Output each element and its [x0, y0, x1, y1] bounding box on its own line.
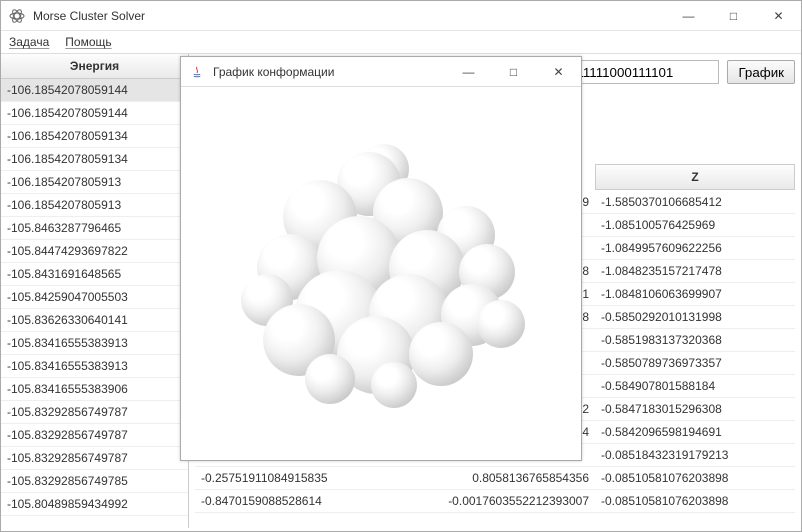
menu-task[interactable]: Задача	[9, 35, 49, 49]
energy-row[interactable]: -105.83292856749787	[1, 447, 188, 470]
energy-row[interactable]: -105.84474293697822	[1, 240, 188, 263]
coord-cell-y: -0.0017603552212393007	[395, 490, 595, 512]
graph-title: График конформации	[213, 65, 334, 79]
graph-button[interactable]: График	[727, 60, 795, 84]
energy-row[interactable]: -106.18542078059144	[1, 102, 188, 125]
minimize-button[interactable]: —	[666, 1, 711, 31]
energy-header: Энергия	[1, 54, 188, 79]
coord-cell-z: -1.085100576425969	[595, 214, 795, 236]
energy-list[interactable]: -106.18542078059144-106.18542078059144-1…	[1, 79, 188, 516]
energy-row[interactable]: -105.83292856749787	[1, 401, 188, 424]
coord-cell-z: -0.5847183015296308	[595, 398, 795, 420]
graph-window: График конформации — □ ✕	[180, 56, 582, 461]
java-icon	[189, 64, 205, 80]
coord-cell-y: 0.8058136765854356	[395, 467, 595, 489]
energy-row[interactable]: -105.83292856749787	[1, 424, 188, 447]
energy-row[interactable]: -105.80489859434992	[1, 493, 188, 516]
graph-titlebar[interactable]: График конформации — □ ✕	[181, 57, 581, 87]
coord-cell-z: -1.5850370106685412	[595, 191, 795, 213]
energy-row[interactable]: -105.8463287796465	[1, 217, 188, 240]
coord-cell-z: -1.0848235157217478	[595, 260, 795, 282]
energy-row[interactable]: -106.1854207805913	[1, 171, 188, 194]
energy-row[interactable]: -105.83416555383913	[1, 332, 188, 355]
coord-cell-z: -0.5851983137320368	[595, 329, 795, 351]
close-button[interactable]: ✕	[756, 1, 801, 31]
energy-row[interactable]: -106.18542078059134	[1, 148, 188, 171]
coord-cell-z: -0.08518432319179213	[595, 444, 795, 466]
energy-row[interactable]: -105.83416555383913	[1, 355, 188, 378]
coord-cell-x: -0.25751911084915835	[195, 467, 395, 489]
coord-row[interactable]: -0.8470159088528614-0.001760355221239300…	[195, 490, 795, 513]
coord-cell-z: -1.0848106063699907	[595, 283, 795, 305]
app-icon	[9, 8, 25, 24]
cluster-render	[241, 144, 521, 404]
menu-bar: Задача Помощь	[1, 31, 801, 54]
coord-cell-x: -0.8470159088528614	[195, 490, 395, 512]
coord-cell-z: -0.08510581076203898	[595, 490, 795, 512]
main-title: Morse Cluster Solver	[33, 9, 145, 23]
energy-row[interactable]: -106.18542078059134	[1, 125, 188, 148]
energy-row[interactable]: -105.83292856749785	[1, 470, 188, 493]
energy-row[interactable]: -105.83416555383906	[1, 378, 188, 401]
menu-help[interactable]: Помощь	[65, 35, 111, 49]
coord-cell-z: -0.584907801588184	[595, 375, 795, 397]
main-titlebar[interactable]: Morse Cluster Solver — □ ✕	[1, 1, 801, 31]
energy-row[interactable]: -105.84259047005503	[1, 286, 188, 309]
energy-row[interactable]: -105.83626330640141	[1, 309, 188, 332]
coord-header-z[interactable]: Z	[595, 164, 795, 190]
graph-canvas[interactable]	[181, 87, 581, 460]
graph-maximize-button[interactable]: □	[491, 57, 536, 87]
top-strip: График	[569, 60, 795, 84]
coord-cell-z: -0.08510581076203898	[595, 467, 795, 489]
coord-cell-z: -0.5850292010131998	[595, 306, 795, 328]
graph-close-button[interactable]: ✕	[536, 57, 581, 87]
coord-cell-z: -1.0849957609622256	[595, 237, 795, 259]
energy-row[interactable]: -105.8431691648565	[1, 263, 188, 286]
energy-panel: Энергия -106.18542078059144-106.18542078…	[1, 54, 189, 528]
coord-cell-z: -0.5850789736973357	[595, 352, 795, 374]
energy-row[interactable]: -106.18542078059144	[1, 79, 188, 102]
maximize-button[interactable]: □	[711, 1, 756, 31]
conformation-input[interactable]	[569, 60, 719, 84]
energy-row[interactable]: -106.1854207805913	[1, 194, 188, 217]
graph-minimize-button[interactable]: —	[446, 57, 491, 87]
coord-row[interactable]: -0.257519110849158350.8058136765854356-0…	[195, 467, 795, 490]
coord-cell-z: -0.5842096598194691	[595, 421, 795, 443]
